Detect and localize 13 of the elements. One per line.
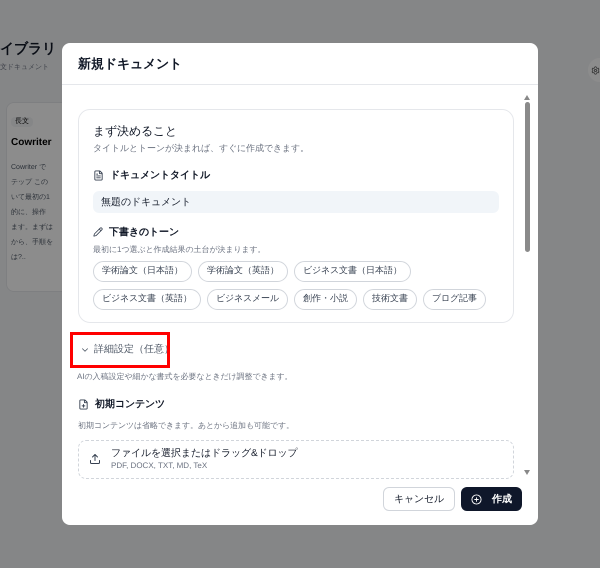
advanced-description: AIの入稿設定や細かな書式を必要なときだけ調整できます。 [77,370,294,382]
dropzone-label: ファイルを選択またはドラッグ&ドロップ [111,447,298,460]
field-label: 下書きのトーン [109,226,179,240]
file-formats: PDF, DOCX, TXT, MD, TeX [111,460,208,471]
field-label: ドキュメントタイトル [110,168,210,182]
field-hint: 初期コンテンツは省略できます。あとから追加も可能です。 [78,420,295,432]
section-description: タイトルとトーンが決まれば、すぐに作成できます。 [93,142,310,155]
card-title: Cowriter [11,136,52,150]
section-heading: まず決めること [93,123,178,140]
field-label: 初期コンテンツ [95,397,165,412]
field-hint: 最初に1つ選ぶと作成結果の土台が決まります。 [93,244,266,256]
page-title: イブラリ [0,39,56,58]
dialog-title: 新規ドキュメント [78,54,182,73]
